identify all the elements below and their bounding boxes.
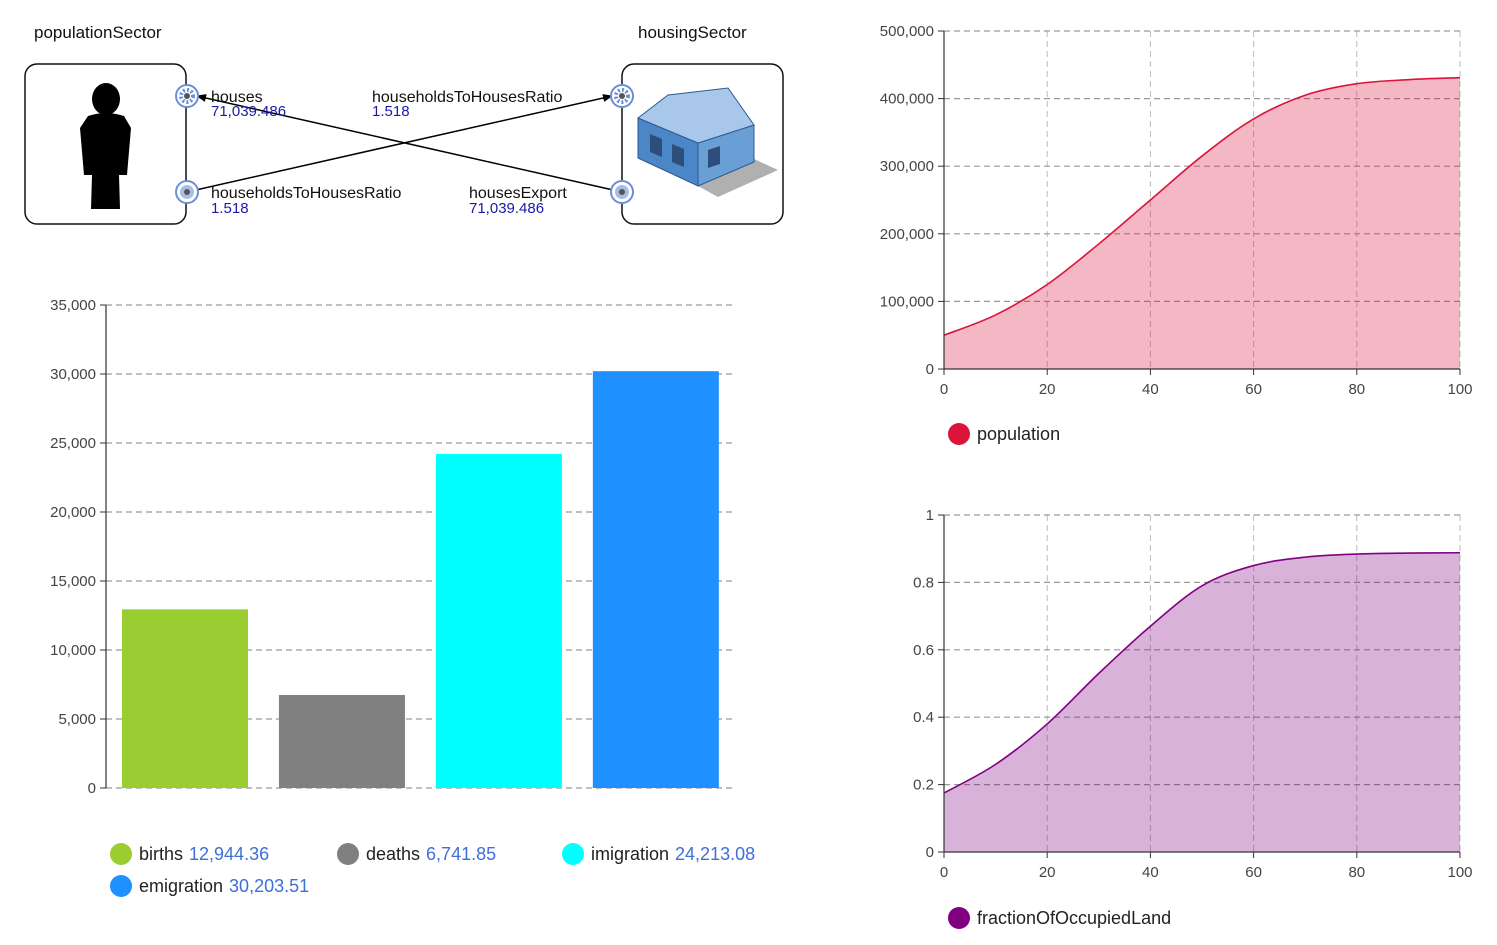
x-tick-label: 20 bbox=[1039, 864, 1056, 881]
y-tick-label: 0 bbox=[926, 844, 934, 861]
legend-label: fractionOfOccupiedLand bbox=[977, 907, 1172, 928]
x-tick-label: 80 bbox=[1348, 864, 1365, 881]
y-tick-label: 0.6 bbox=[913, 642, 934, 659]
x-tick-label: 0 bbox=[940, 864, 948, 881]
occupied-land-area-chart: 0 20 40 60 80 100 0 0.2 0.4 0.6 0.8 1 bbox=[913, 507, 1472, 881]
x-tick-label: 100 bbox=[1447, 864, 1472, 881]
x-tick-label: 60 bbox=[1245, 864, 1262, 881]
y-tick-label: 0.2 bbox=[913, 777, 934, 794]
area-fractionOfOccupiedLand bbox=[944, 552, 1460, 852]
y-tick-label: 0.8 bbox=[913, 574, 934, 591]
y-tick-label: 0.4 bbox=[913, 709, 934, 726]
legend-swatch bbox=[948, 907, 970, 929]
legend-item-fractionOfOccupiedLand[interactable]: fractionOfOccupiedLand bbox=[948, 907, 1171, 929]
x-tick-label: 40 bbox=[1142, 864, 1159, 881]
y-tick-label: 1 bbox=[926, 507, 934, 524]
